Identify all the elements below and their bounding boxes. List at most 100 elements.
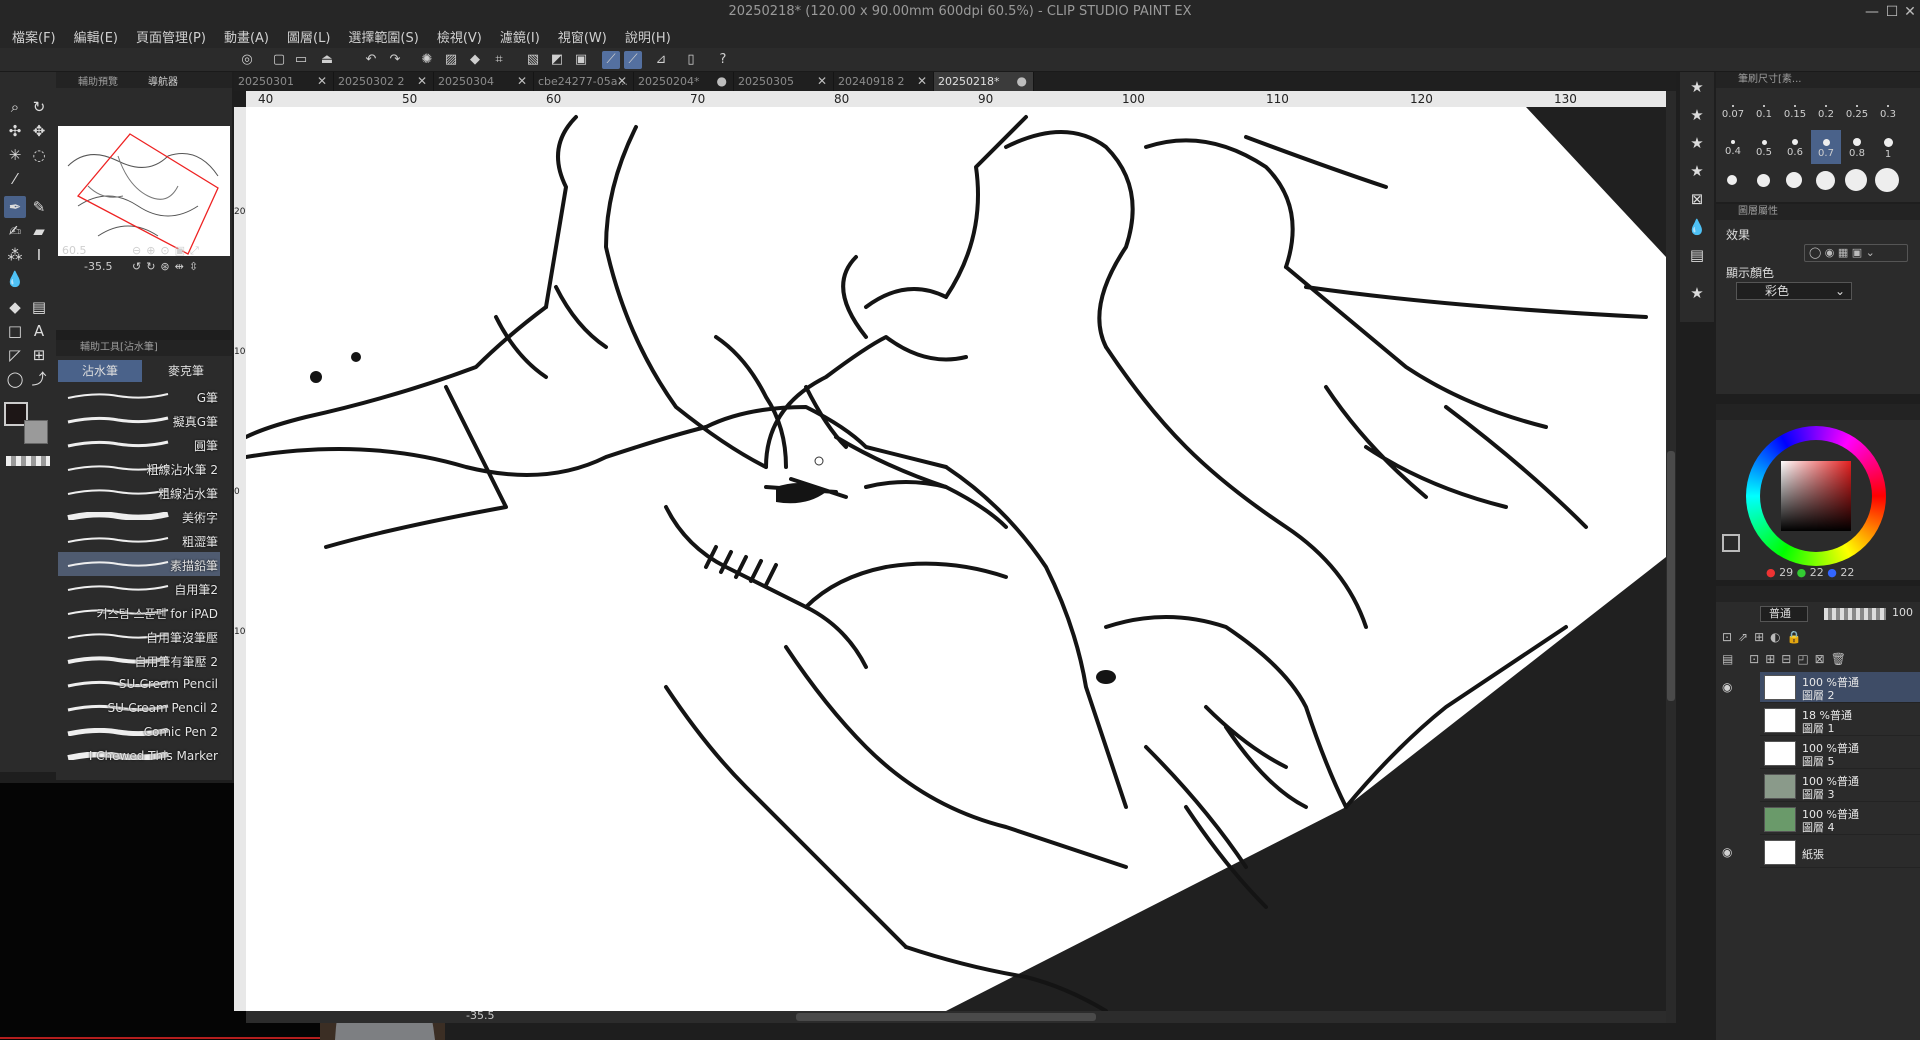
navigator-thumbnail[interactable] (58, 126, 230, 256)
layer-toolbar-1[interactable]: ⊡⇗⊞◐🔒 (1722, 630, 1808, 644)
color-main-swatch[interactable] (1722, 534, 1740, 552)
brush-item[interactable]: SU-Cream Pencil (58, 672, 220, 696)
layer-row[interactable]: 100 %普通 圖層 2 (1760, 672, 1920, 703)
rotate-controls[interactable]: ↺↻⊛⇹⇳ (132, 260, 203, 273)
material-icon[interactable]: ★ (1686, 76, 1708, 98)
hide-outside-icon[interactable]: ▧ (524, 51, 542, 69)
doc-tab[interactable]: 20250304 ✕ (434, 72, 534, 91)
blend-icon[interactable]: 💧 (4, 268, 26, 290)
layer-row[interactable]: 100 %普通 圖層 4 (1760, 804, 1920, 835)
tab-marker[interactable]: 麥克筆 (144, 360, 228, 382)
minimize-button[interactable]: — (1862, 2, 1882, 22)
balloon-icon[interactable]: ◯ (4, 368, 26, 390)
brush-item[interactable]: I Chewed This Marker (58, 744, 220, 768)
brush-size-option[interactable]: 0.3 (1873, 94, 1903, 128)
layer-row[interactable]: 100 %普通 圖層 5 (1760, 738, 1920, 769)
loading-icon[interactable]: ✺ (418, 51, 436, 69)
close-tab-icon[interactable]: ● (1017, 72, 1027, 91)
brush-item[interactable]: 粗澀筆 (58, 528, 220, 552)
brush-size-large-row[interactable] (1718, 168, 1908, 194)
brush-item[interactable]: G筆 (58, 384, 220, 408)
close-tab-icon[interactable]: ✕ (617, 72, 627, 91)
close-tab-icon[interactable]: ● (717, 72, 727, 91)
brush-size-option[interactable]: 0.7 (1811, 130, 1841, 164)
brush-item[interactable]: 自用筆有筆壓 2 (58, 648, 220, 672)
rotation-value[interactable]: -35.5 (84, 260, 112, 273)
brush-item[interactable]: SU-Cream Pencil 2 (58, 696, 220, 720)
doc-tab[interactable]: 20250305 ✕ (734, 72, 834, 91)
brush-size-option[interactable]: 0.4 (1718, 130, 1748, 164)
opacity-value[interactable]: 100 (1892, 606, 1913, 619)
brush-item[interactable]: 美術字 (58, 504, 220, 528)
eye-icon[interactable]: ◉ (1722, 680, 1736, 694)
lasso-icon[interactable]: ◌ (28, 144, 50, 166)
vertical-scroll-thumb[interactable] (1667, 451, 1675, 701)
brush-item[interactable]: 自用筆2 (58, 576, 220, 600)
bottom-rotation-value[interactable]: -35.5 (466, 1009, 494, 1022)
sub-color-swatch[interactable] (24, 420, 48, 444)
brush-item[interactable]: 粗線沾水筆 (58, 480, 220, 504)
close-tab-icon[interactable]: ✕ (817, 72, 827, 91)
selection-icon[interactable]: ▣ (572, 51, 590, 69)
brush-size-option[interactable]: 0.5 (1749, 130, 1779, 164)
help-icon[interactable]: ? (714, 51, 732, 69)
material-icon-5[interactable]: ★ (1686, 282, 1708, 304)
doc-tab[interactable]: 20240918 2 ✕ (834, 72, 934, 91)
tab-navigator[interactable]: 導航器 (148, 73, 178, 88)
fill-icon[interactable]: ◆ (466, 51, 484, 69)
clip-studio-icon[interactable]: ◎ (238, 51, 256, 69)
brush-size-option[interactable]: 0.07 (1718, 94, 1748, 128)
brush-size-option[interactable]: 1 (1873, 130, 1903, 164)
opacity-slider[interactable] (1824, 608, 1886, 620)
snap-special-ruler-icon[interactable]: ⟋ (624, 51, 642, 69)
brush-size-option[interactable]: 0.15 (1780, 94, 1810, 128)
brush-item[interactable]: 圓筆 (58, 432, 220, 456)
doc-tab[interactable]: cbe24277-05a... ✕ (534, 72, 634, 91)
zoom-value[interactable]: 60.5 (62, 244, 87, 257)
transparent-color-swatch[interactable] (6, 456, 50, 466)
menu-edit[interactable]: 編輯(E) (72, 27, 120, 46)
layer-toolbar-2[interactable]: ▤ ⊡⊞⊟◰⊠🗑 (1722, 652, 1852, 666)
canvas-area[interactable] (246, 107, 1666, 1011)
menu-window[interactable]: 視窗(W) (556, 27, 609, 46)
transform-icon[interactable]: ⌗ (490, 51, 508, 69)
zoom-controls[interactable]: ⊖⊕⊙▣⤢ (132, 244, 204, 258)
rotate-icon[interactable]: ↻ (28, 96, 50, 118)
menu-animation[interactable]: 動畫(A) (222, 27, 271, 46)
brush-size-option[interactable]: 0.8 (1842, 130, 1872, 164)
invert-selection-icon[interactable]: ◩ (548, 51, 566, 69)
menu-page[interactable]: 頁面管理(P) (134, 27, 208, 46)
eye-icon[interactable]: ◉ (1722, 845, 1736, 859)
brush-item[interactable]: 自用筆沒筆壓 (58, 624, 220, 648)
close-button[interactable]: ✕ (1900, 2, 1920, 22)
ruler-icon[interactable]: I (28, 244, 50, 266)
navigator-icon[interactable]: ⊠ (1686, 188, 1708, 210)
new-file-icon[interactable]: ▢ (270, 51, 288, 69)
close-tab-icon[interactable]: ✕ (417, 72, 427, 91)
saturation-value-square[interactable] (1781, 461, 1851, 531)
redo-icon[interactable]: ↷ (386, 51, 404, 69)
eyedropper-icon[interactable]: ⁄ (4, 168, 26, 190)
menu-filter[interactable]: 濾鏡(I) (498, 27, 542, 46)
move-icon[interactable]: ✥ (28, 120, 50, 142)
tab-dip-pen[interactable]: 沾水筆 (58, 360, 142, 382)
material-icon-3[interactable]: ★ (1686, 132, 1708, 154)
open-file-icon[interactable]: ▭ (292, 51, 310, 69)
auto-select-icon[interactable]: ✳ (4, 144, 26, 166)
brush-size-option[interactable]: 0.1 (1749, 94, 1779, 128)
brush-item[interactable]: 粗線沾水筆 2 (58, 456, 220, 480)
blend-mode-select[interactable]: 普通 (1760, 606, 1808, 622)
material-icon-4[interactable]: ★ (1686, 160, 1708, 182)
brush-item[interactable]: 素描鉛筆 (58, 552, 220, 576)
brush-item[interactable]: Comic Pen 2 (58, 720, 220, 744)
snap-ruler-icon[interactable]: ⟋ (602, 51, 620, 69)
pencil-icon[interactable]: ✎ (28, 196, 50, 218)
decoration-icon[interactable]: ⁂ (4, 244, 26, 266)
brush-item[interactable]: 커스텀 스푼펜 for iPAD (58, 600, 220, 624)
operation-icon[interactable]: ✣ (4, 120, 26, 142)
doc-tab[interactable]: 20250301 ✕ (234, 72, 334, 91)
correct-line-icon[interactable]: ⤴ (28, 368, 50, 390)
horizontal-scrollbar[interactable]: -35.5 (246, 1009, 1666, 1023)
doc-tab[interactable]: 20250204* ● (634, 72, 734, 91)
display-color-select[interactable]: 彩色 ⌄ (1736, 282, 1852, 300)
